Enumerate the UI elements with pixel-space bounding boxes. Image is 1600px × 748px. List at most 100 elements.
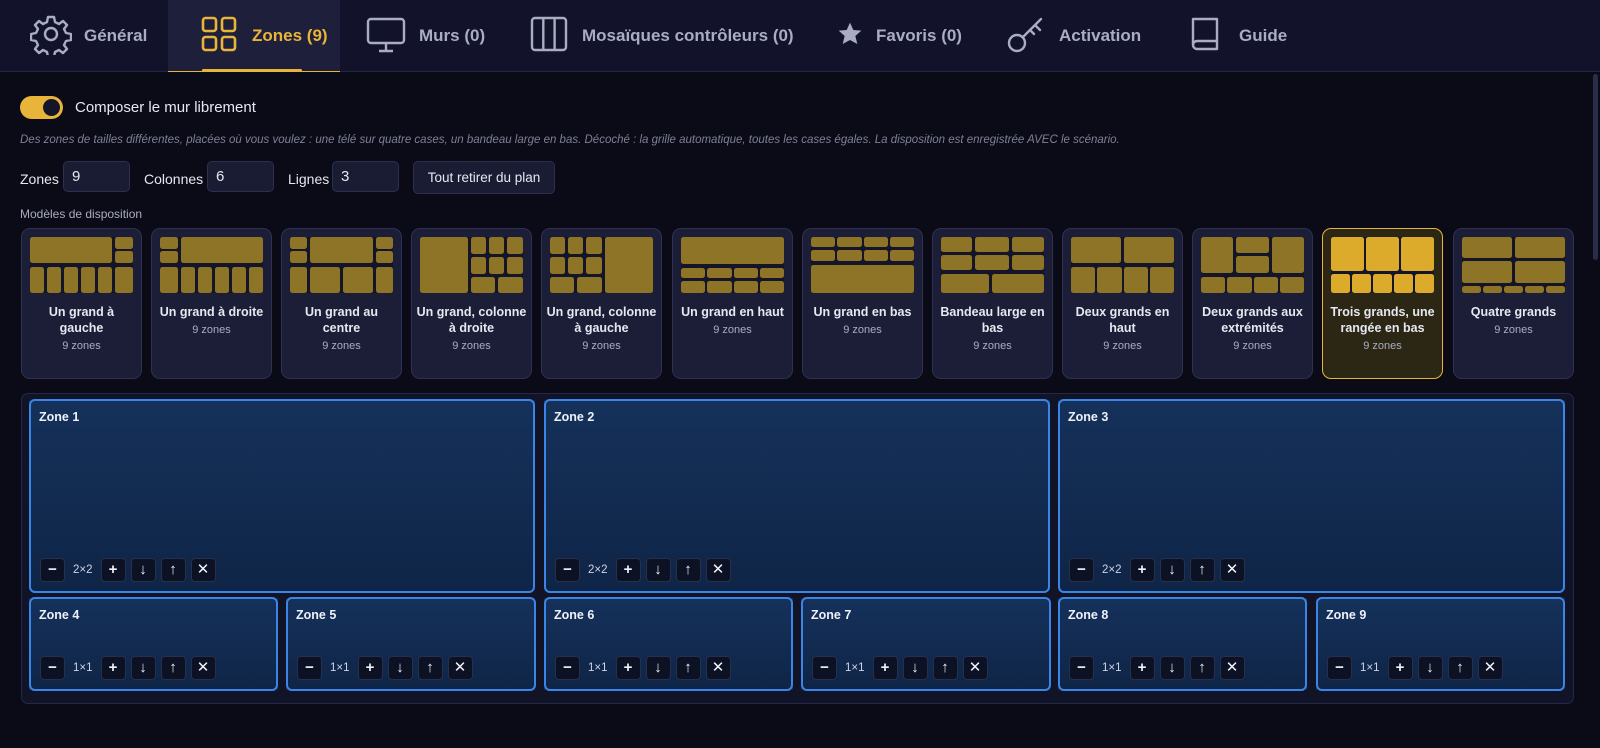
grow-button[interactable]: + xyxy=(100,558,126,582)
layout-model-card[interactable]: Un grand en haut 9 zones xyxy=(672,228,793,379)
shrink-button[interactable]: − xyxy=(1069,656,1094,680)
move-up-button[interactable]: ↑ xyxy=(932,656,958,680)
move-up-button[interactable]: ↑ xyxy=(1189,558,1215,582)
shrink-button[interactable]: − xyxy=(812,656,837,680)
grow-button[interactable]: + xyxy=(615,656,641,680)
grow-button[interactable]: + xyxy=(615,558,641,582)
monitor-icon xyxy=(365,13,407,60)
tab-murs[interactable]: Murs (0) xyxy=(335,0,495,72)
remove-zone-button[interactable]: ✕ xyxy=(1219,558,1245,582)
zone-name: Zone 5 xyxy=(296,608,337,622)
thumbnail-cell xyxy=(115,267,133,293)
layout-model-card[interactable]: Un grand à droite 9 zones xyxy=(151,228,272,379)
layout-model-card[interactable]: Un grand, colonne à gauche 9 zones xyxy=(541,228,662,379)
zone-tile[interactable]: Zone 4 −1×1 + ↓ ↑ ✕ xyxy=(29,597,278,691)
zone-size: 2×2 xyxy=(73,564,93,576)
move-up-button[interactable]: ↑ xyxy=(1189,656,1215,680)
shrink-button[interactable]: − xyxy=(1327,656,1352,680)
clear-plan-button[interactable]: Tout retirer du plan xyxy=(413,161,555,194)
grow-button[interactable]: + xyxy=(1129,558,1155,582)
zone-tile[interactable]: Zone 8 −1×1 + ↓ ↑ ✕ xyxy=(1058,597,1307,691)
layout-model-card[interactable]: Trois grands, une rangée en bas 9 zones xyxy=(1322,228,1443,379)
zone-size: 1×1 xyxy=(1360,662,1380,674)
layout-model-card[interactable]: Un grand en bas 9 zones xyxy=(802,228,923,379)
zone-tile[interactable]: Zone 3 −2×2 + ↓ ↑ ✕ xyxy=(1058,399,1565,593)
thumbnail-cell xyxy=(1097,267,1122,293)
compose-toggle-label: Composer le mur librement xyxy=(75,99,256,116)
layout-model-card[interactable]: Un grand au centre 9 zones xyxy=(281,228,402,379)
remove-zone-button[interactable]: ✕ xyxy=(447,656,473,680)
tab-guide[interactable]: Guide xyxy=(1155,0,1315,72)
layout-model-card[interactable]: Deux grands aux extrémités 9 zones xyxy=(1192,228,1313,379)
remove-zone-button[interactable]: ✕ xyxy=(1477,656,1503,680)
zone-name: Zone 4 xyxy=(39,608,80,622)
move-down-button[interactable]: ↓ xyxy=(902,656,928,680)
shrink-button[interactable]: − xyxy=(297,656,322,680)
grow-button[interactable]: + xyxy=(1129,656,1155,680)
move-up-button[interactable]: ↑ xyxy=(1447,656,1473,680)
scrollbar[interactable] xyxy=(1593,74,1598,260)
zone-tile[interactable]: Zone 9 −1×1 + ↓ ↑ ✕ xyxy=(1316,597,1565,691)
remove-zone-button[interactable]: ✕ xyxy=(705,558,731,582)
active-tab-indicator xyxy=(202,69,302,72)
remove-zone-button[interactable]: ✕ xyxy=(1219,656,1245,680)
grow-button[interactable]: + xyxy=(872,656,898,680)
remove-zone-button[interactable]: ✕ xyxy=(190,656,216,680)
move-down-button[interactable]: ↓ xyxy=(130,656,156,680)
layout-model-card[interactable]: Quatre grands 9 zones xyxy=(1453,228,1574,379)
tab-zones[interactable]: Zones (9) xyxy=(168,0,340,72)
remove-zone-button[interactable]: ✕ xyxy=(962,656,988,680)
layout-model-count: 9 zones xyxy=(192,324,231,336)
grow-button[interactable]: + xyxy=(357,656,383,680)
layout-model-card[interactable]: Un grand à gauche 9 zones xyxy=(21,228,142,379)
shrink-button[interactable]: − xyxy=(555,558,580,582)
move-down-button[interactable]: ↓ xyxy=(1159,656,1185,680)
columns-input[interactable] xyxy=(207,161,274,192)
remove-zone-button[interactable]: ✕ xyxy=(705,656,731,680)
thumbnail-cell xyxy=(734,281,758,293)
shrink-button[interactable]: − xyxy=(1069,558,1094,582)
zone-tile[interactable]: Zone 2 −2×2 + ↓ ↑ ✕ xyxy=(544,399,1050,593)
zone-tile[interactable]: Zone 6 −1×1 + ↓ ↑ ✕ xyxy=(544,597,793,691)
move-up-button[interactable]: ↑ xyxy=(160,558,186,582)
move-down-button[interactable]: ↓ xyxy=(645,656,671,680)
move-up-button[interactable]: ↑ xyxy=(675,656,701,680)
layout-model-card[interactable]: Un grand, colonne à droite 9 zones xyxy=(411,228,532,379)
shrink-button[interactable]: − xyxy=(555,656,580,680)
thumbnail-cell xyxy=(941,274,989,293)
remove-zone-button[interactable]: ✕ xyxy=(190,558,216,582)
move-down-button[interactable]: ↓ xyxy=(645,558,671,582)
zone-controls: −1×1 + ↓ ↑ ✕ xyxy=(297,656,473,680)
move-down-button[interactable]: ↓ xyxy=(130,558,156,582)
zones-label: Zones xyxy=(20,171,59,187)
tab-favoris[interactable]: Favoris (0) xyxy=(806,0,986,72)
move-up-button[interactable]: ↑ xyxy=(160,656,186,680)
thumbnail-cell xyxy=(586,257,602,274)
zone-tile[interactable]: Zone 5 −1×1 + ↓ ↑ ✕ xyxy=(286,597,536,691)
zone-tile[interactable]: Zone 1 −2×2 + ↓ ↑ ✕ xyxy=(29,399,535,593)
tab-activation[interactable]: Activation xyxy=(975,0,1155,72)
tab-general[interactable]: Général xyxy=(0,0,168,72)
zone-controls: −2×2 + ↓ ↑ ✕ xyxy=(555,558,731,582)
rows-input[interactable] xyxy=(332,161,399,192)
layout-model-card[interactable]: Bandeau large en bas 9 zones xyxy=(932,228,1053,379)
move-up-button[interactable]: ↑ xyxy=(417,656,443,680)
thumbnail-cell xyxy=(837,237,862,247)
thumbnail-cell xyxy=(232,267,246,293)
shrink-button[interactable]: − xyxy=(40,558,65,582)
tab-mosaiques[interactable]: Mosaïques contrôleurs (0) xyxy=(498,0,808,72)
grow-button[interactable]: + xyxy=(100,656,126,680)
move-up-button[interactable]: ↑ xyxy=(675,558,701,582)
grow-button[interactable]: + xyxy=(1387,656,1413,680)
layout-model-card[interactable]: Deux grands en haut 9 zones xyxy=(1062,228,1183,379)
move-down-button[interactable]: ↓ xyxy=(1417,656,1443,680)
compose-toggle[interactable] xyxy=(20,96,63,119)
move-down-button[interactable]: ↓ xyxy=(387,656,413,680)
zone-tile[interactable]: Zone 7 −1×1 + ↓ ↑ ✕ xyxy=(801,597,1051,691)
zones-input[interactable] xyxy=(63,161,130,192)
thumbnail-cell xyxy=(864,237,888,247)
shrink-button[interactable]: − xyxy=(40,656,65,680)
layout-model-name: Un grand, colonne à droite xyxy=(416,305,527,335)
move-down-button[interactable]: ↓ xyxy=(1159,558,1185,582)
thumbnail-cell xyxy=(975,255,1009,270)
